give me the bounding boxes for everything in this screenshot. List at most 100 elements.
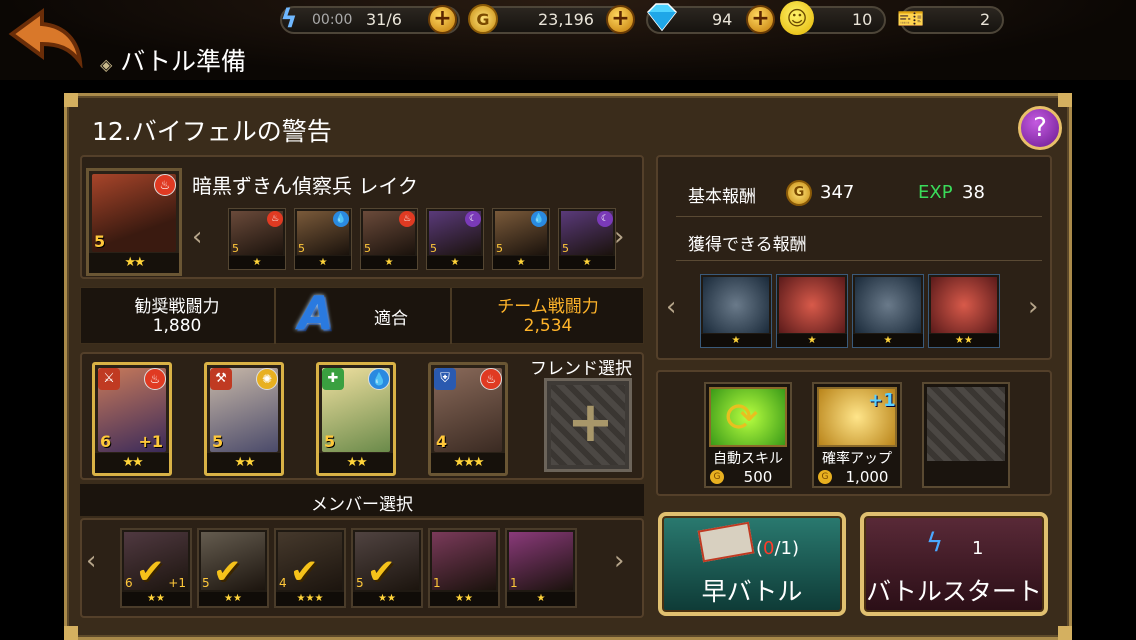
reward-left-arrow[interactable]: ‹: [666, 292, 676, 322]
friend-slot[interactable]: +: [544, 378, 632, 472]
member-right-arrow[interactable]: ›: [614, 546, 624, 576]
enemy-level: 5: [298, 242, 305, 255]
light-element-icon: ✺: [256, 368, 278, 390]
corner-ornament: [1058, 626, 1072, 640]
member-level: 4: [279, 576, 287, 590]
add-gold-button[interactable]: +: [606, 5, 635, 34]
stamina-timer: 00:00: [312, 12, 353, 28]
add-gems-button[interactable]: +: [746, 5, 775, 34]
member-level: 6: [125, 576, 133, 590]
friend-points-value: 10: [852, 10, 873, 29]
reward-item[interactable]: ★★: [928, 274, 1000, 348]
enemy-name: 暗黒ずきん偵察兵 レイク: [192, 174, 418, 198]
reward-item[interactable]: ★: [852, 274, 924, 348]
enemy-card[interactable]: 💧 5 ★: [294, 208, 352, 270]
diamond-bullet-icon: ◈: [100, 55, 113, 74]
rate-up-option[interactable]: +1 確率アップ G 1,000: [812, 382, 902, 488]
friend-select-label: フレンド選択: [530, 359, 632, 379]
member-stars: ★★★: [276, 592, 344, 606]
unit-level: 5: [324, 432, 336, 451]
party-unit-card[interactable]: ⛨ ♨ 4 ★★★: [428, 362, 508, 476]
unit-level: 6: [100, 432, 112, 451]
member-stars: ★★: [122, 592, 190, 606]
member-card[interactable]: 4 ✔ ★★★: [274, 528, 346, 608]
unit-level: 4: [436, 432, 448, 451]
rate-up-label: 確率アップ: [822, 451, 892, 467]
reward-right-arrow[interactable]: ›: [1028, 292, 1038, 322]
fire-element-icon: ♨: [399, 211, 415, 227]
lightning-icon: ϟ: [926, 528, 944, 558]
enemy-list-left-arrow[interactable]: ‹: [192, 222, 202, 252]
ticket-icon: 🎫: [897, 6, 925, 32]
tickets-value: 2: [980, 10, 991, 29]
party-unit-card[interactable]: ⚒ ✺ 5 ★★: [204, 362, 284, 476]
unit-stars: ★★: [207, 453, 281, 473]
fire-element-icon: ♨: [154, 174, 176, 196]
empty-slot-pattern: [927, 387, 1005, 461]
gold-value: 23,196: [538, 10, 594, 29]
auto-skill-label: 自動スキル: [713, 451, 783, 467]
reward-item-art: [703, 277, 769, 333]
fire-element-icon: ♨: [144, 368, 166, 390]
battle-start-label: バトルスタート: [866, 577, 1042, 606]
checkmark-icon: ✔: [367, 552, 396, 592]
rank-badge: A: [298, 286, 334, 340]
back-button[interactable]: [6, 6, 90, 70]
quick-battle-button[interactable]: (0/1) 早バトル: [658, 512, 846, 616]
dark-element-icon: ☾: [597, 211, 613, 227]
unit-plus: +1: [138, 432, 163, 451]
enemy-level: 5: [364, 242, 371, 255]
member-left-arrow[interactable]: ‹: [86, 546, 96, 576]
gold-coin-icon: G: [786, 180, 812, 206]
unit-level: 5: [212, 432, 224, 451]
enemy-card[interactable]: ♨ 5 ★: [360, 208, 418, 270]
reward-item[interactable]: ★: [700, 274, 772, 348]
member-card[interactable]: 6 +1 ✔ ★★: [120, 528, 192, 608]
enemy-card[interactable]: ☾ 5 ★: [558, 208, 616, 270]
diamond-icon: [644, 2, 680, 32]
stage-title: 12.バイフェルの警告: [92, 117, 332, 146]
member-card[interactable]: 1 ★★: [428, 528, 500, 608]
member-stars: ★★: [430, 592, 498, 606]
question-icon: ?: [1033, 113, 1047, 143]
reward-exp-value: 38: [962, 182, 985, 203]
divider: [676, 216, 1042, 217]
enemy-level: 5: [496, 242, 503, 255]
enemy-leader-card[interactable]: ♨ 5 ★★: [86, 168, 182, 276]
enemy-card[interactable]: 💧 5 ★: [492, 208, 550, 270]
corner-ornament: [64, 626, 78, 640]
help-button[interactable]: ?: [1018, 106, 1062, 150]
reward-item[interactable]: ★: [776, 274, 848, 348]
unit-stars: ★★: [95, 453, 169, 473]
member-select-label: メンバー選択: [311, 495, 413, 515]
member-card[interactable]: 1 ★: [505, 528, 577, 608]
quick-battle-total: /1): [774, 538, 800, 559]
base-reward-label: 基本報酬: [688, 187, 756, 207]
party-unit-card[interactable]: ✚ 💧 5 ★★: [316, 362, 396, 476]
reward-item-art: [931, 277, 997, 333]
class-icon: ⚒: [210, 368, 232, 390]
page-title: ◈ バトル準備: [100, 42, 246, 78]
divider: [274, 288, 276, 344]
auto-skill-option[interactable]: ⟳ 自動スキル G 500: [704, 382, 792, 488]
battle-start-button[interactable]: ϟ 1 バトルスタート: [860, 512, 1048, 616]
member-stars: ★: [507, 592, 575, 606]
corner-ornament: [1058, 93, 1072, 107]
cycle-arrows-icon: ⟳: [725, 395, 759, 441]
back-arrow-icon: [8, 8, 83, 70]
enemy-card[interactable]: ☾ 5 ★: [426, 208, 484, 270]
page-title-text: バトル準備: [120, 47, 247, 76]
member-card[interactable]: 5 ✔ ★★: [197, 528, 269, 608]
unit-stars: ★★★: [431, 453, 505, 473]
add-stamina-button[interactable]: +: [428, 5, 457, 34]
team-power-label: チーム戦闘力: [497, 297, 599, 317]
party-unit-card[interactable]: ⚔ ♨ 6 +1 ★★: [92, 362, 172, 476]
water-element-icon: 💧: [368, 368, 390, 390]
enemy-level: 5: [562, 242, 569, 255]
add-friend-icon: +: [567, 390, 614, 455]
enemy-stars: ★: [427, 256, 483, 269]
member-card[interactable]: 5 ✔ ★★: [351, 528, 423, 608]
recommended-power-value: 1,880: [152, 316, 202, 336]
enemy-level: 5: [232, 242, 239, 255]
enemy-card[interactable]: ♨ 5 ★: [228, 208, 286, 270]
